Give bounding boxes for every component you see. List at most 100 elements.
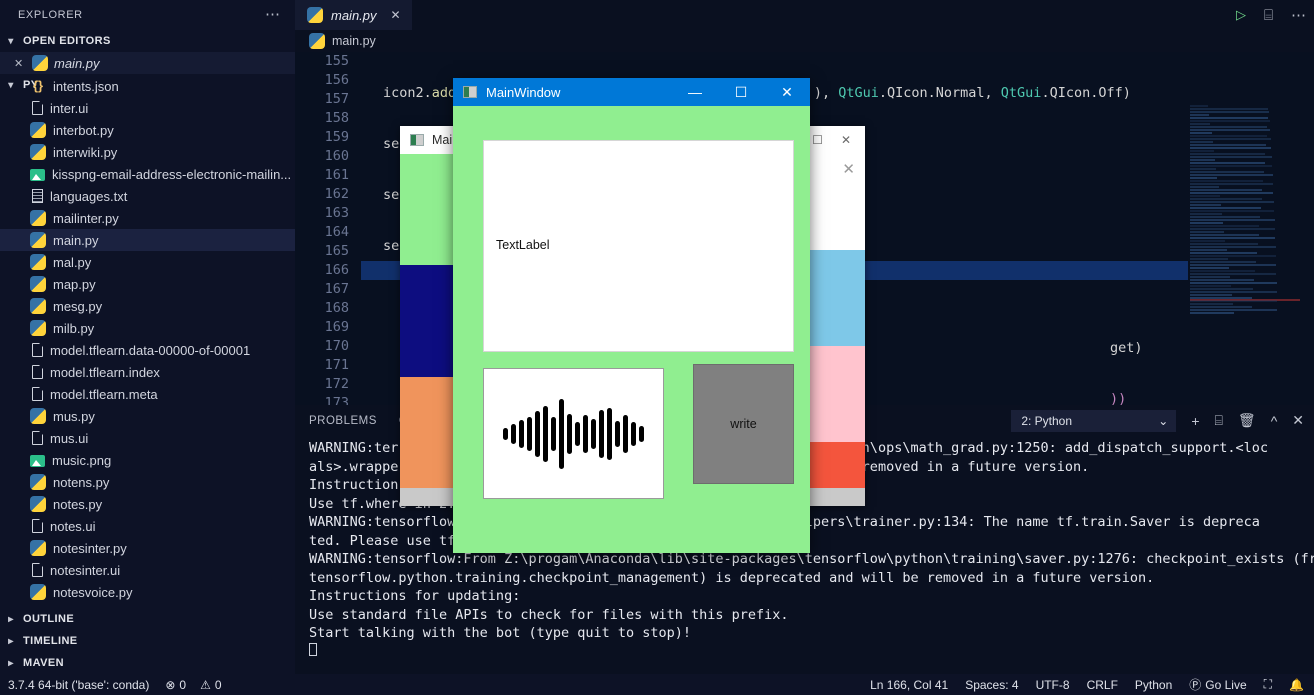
maximize-panel-icon[interactable]: ^ (1271, 413, 1278, 429)
file-tree-item[interactable]: model.tflearn.index (0, 361, 295, 383)
explorer-more-icon[interactable]: ⋯ (265, 7, 281, 22)
minimap-line (1190, 297, 1252, 299)
write-button[interactable]: write (693, 364, 794, 484)
file-name: music.png (52, 452, 112, 468)
waveform-bar (583, 414, 588, 453)
file-tree-item[interactable]: {} intents.json (0, 75, 295, 97)
eol-mode[interactable]: CRLF (1087, 678, 1118, 692)
kill-terminal-icon[interactable]: 🗑 (1238, 412, 1256, 429)
py-file-icon (30, 474, 46, 490)
file-name: mal.py (53, 254, 92, 270)
go-live[interactable]: Ⓟ Go Live (1189, 676, 1246, 693)
minimap-line (1190, 267, 1229, 269)
file-name: model.tflearn.meta (50, 386, 158, 402)
warning-count: 0 (214, 677, 222, 692)
maximize-icon[interactable]: ☐ (812, 133, 823, 147)
py-file-icon (30, 144, 46, 160)
go-live-label: Go Live (1205, 677, 1247, 692)
minimap-line (1190, 228, 1275, 230)
file-tree-item[interactable]: notesinter.py (0, 537, 295, 559)
close-button[interactable]: ✕ (764, 78, 810, 106)
section-outline[interactable]: ▸ OUTLINE (0, 608, 295, 630)
minimap[interactable] (1190, 104, 1300, 405)
file-tree-item[interactable]: interwiki.py (0, 141, 295, 163)
split-editor-icon[interactable]: ⌸ (1264, 7, 1273, 24)
waveform-bar (623, 414, 628, 453)
close-icon[interactable]: ✕ (14, 57, 26, 70)
cursor-position[interactable]: Ln 166, Col 41 (870, 678, 948, 692)
breadcrumb[interactable]: main.py (295, 30, 1314, 52)
language-mode[interactable]: Python (1135, 678, 1172, 692)
more-actions-icon[interactable]: ⋯ (1291, 6, 1306, 24)
py-file-icon (30, 496, 46, 512)
file-tree-item[interactable]: main.py (0, 229, 295, 251)
py-file-icon (30, 584, 46, 600)
python-interpreter-status[interactable]: 3.7.4 64-bit ('base': conda) (8, 678, 149, 692)
close-panel-icon[interactable]: ✕ (1292, 412, 1304, 429)
encoding[interactable]: UTF-8 (1036, 678, 1070, 692)
waveform-visualizer[interactable] (483, 368, 664, 499)
tab-problems[interactable]: PROBLEMS (309, 415, 377, 427)
run-python-file-icon[interactable]: ▷ (1236, 7, 1246, 23)
file-tree-item[interactable]: notesinter.ui (0, 559, 295, 581)
file-tree-item[interactable]: interbot.py (0, 119, 295, 141)
foreground-qt-window[interactable]: MainWindow — ☐ ✕ TextLabel write (453, 78, 810, 553)
file-tree-item[interactable]: music.png (0, 449, 295, 471)
foreground-window-titlebar[interactable]: MainWindow — ☐ ✕ (453, 78, 810, 106)
maximize-button[interactable]: ☐ (718, 78, 764, 106)
file-tree-item[interactable]: inter.ui (0, 97, 295, 119)
terminal-selector[interactable]: 2: Python ⌄ (1011, 409, 1177, 432)
file-tree-item[interactable]: map.py (0, 273, 295, 295)
file-tree-item[interactable]: languages.txt (0, 185, 295, 207)
minimap-line (1190, 123, 1210, 125)
file-tree-item[interactable]: mal.py (0, 251, 295, 273)
section-timeline[interactable]: ▸ TIMELINE (0, 630, 295, 652)
line-number: 163 (324, 205, 349, 221)
close-icon[interactable]: ✕ (841, 133, 851, 147)
minimap-line (1190, 171, 1264, 173)
close-icon[interactable]: ✕ (391, 8, 401, 22)
file-tree-item[interactable]: mesg.py (0, 295, 295, 317)
error-icon: ⊗ (165, 677, 176, 692)
terminal-line: Instructions for updating: (309, 588, 521, 604)
section-label-timeline: TIMELINE (23, 635, 78, 647)
py-file-icon (30, 122, 46, 138)
minimap-line (1190, 165, 1272, 167)
file-tree-item[interactable]: notes.py (0, 493, 295, 515)
file-tree-item[interactable]: model.tflearn.data-00000-of-00001 (0, 339, 295, 361)
minimap-line (1190, 186, 1219, 188)
open-editor-main-py[interactable]: ✕ main.py (0, 52, 295, 74)
breadcrumb-label: main.py (332, 34, 376, 48)
py-file-icon (30, 276, 46, 292)
tab-main-py[interactable]: main.py ✕ (295, 0, 412, 30)
file-tree-item[interactable]: notens.py (0, 471, 295, 493)
file-tree-item[interactable]: notes.ui (0, 515, 295, 537)
file-tree-item[interactable]: milb.py (0, 317, 295, 339)
new-terminal-icon[interactable]: + (1191, 413, 1199, 429)
text-display-area[interactable]: TextLabel (483, 140, 794, 352)
terminal-line: Start talking with the bot (type quit to… (309, 625, 692, 641)
line-number: 172 (324, 376, 349, 392)
section-open-editors[interactable]: ▾ OPEN EDITORS (0, 30, 295, 52)
status-bar-left: 3.7.4 64-bit ('base': conda) ⊗ 0 ⚠ 0 (0, 678, 222, 692)
problems-status[interactable]: ⊗ 0 ⚠ 0 (165, 678, 221, 692)
split-terminal-icon[interactable]: ⌸ (1215, 412, 1223, 429)
notifications-bell-icon[interactable]: 🔔 (1289, 678, 1304, 692)
file-tree-item[interactable]: kisspng-email-address-electronic-mailin.… (0, 163, 295, 185)
file-tree-item[interactable]: mailinter.py (0, 207, 295, 229)
file-tree-item[interactable]: mus.py (0, 405, 295, 427)
minimap-line (1190, 303, 1233, 305)
live-share-icon[interactable]: ⛶ (1264, 677, 1272, 692)
indentation[interactable]: Spaces: 4 (965, 678, 1018, 692)
minimap-line (1190, 294, 1232, 296)
doc-file-icon (32, 343, 43, 357)
file-name: notesinter.py (53, 540, 127, 556)
section-maven[interactable]: ▸ MAVEN (0, 652, 295, 674)
line-number-gutter: 155 156 157 158 159 160 161 162 163 164 165 166 167 1… (295, 52, 361, 405)
close-icon[interactable]: ✕ (842, 160, 855, 178)
file-tree-item[interactable]: model.tflearn.meta (0, 383, 295, 405)
file-tree-item[interactable]: mus.ui (0, 427, 295, 449)
minimize-button[interactable]: — (672, 78, 718, 106)
file-tree-item[interactable]: notesvoice.py (0, 581, 295, 603)
terminal-cursor (309, 642, 1314, 662)
